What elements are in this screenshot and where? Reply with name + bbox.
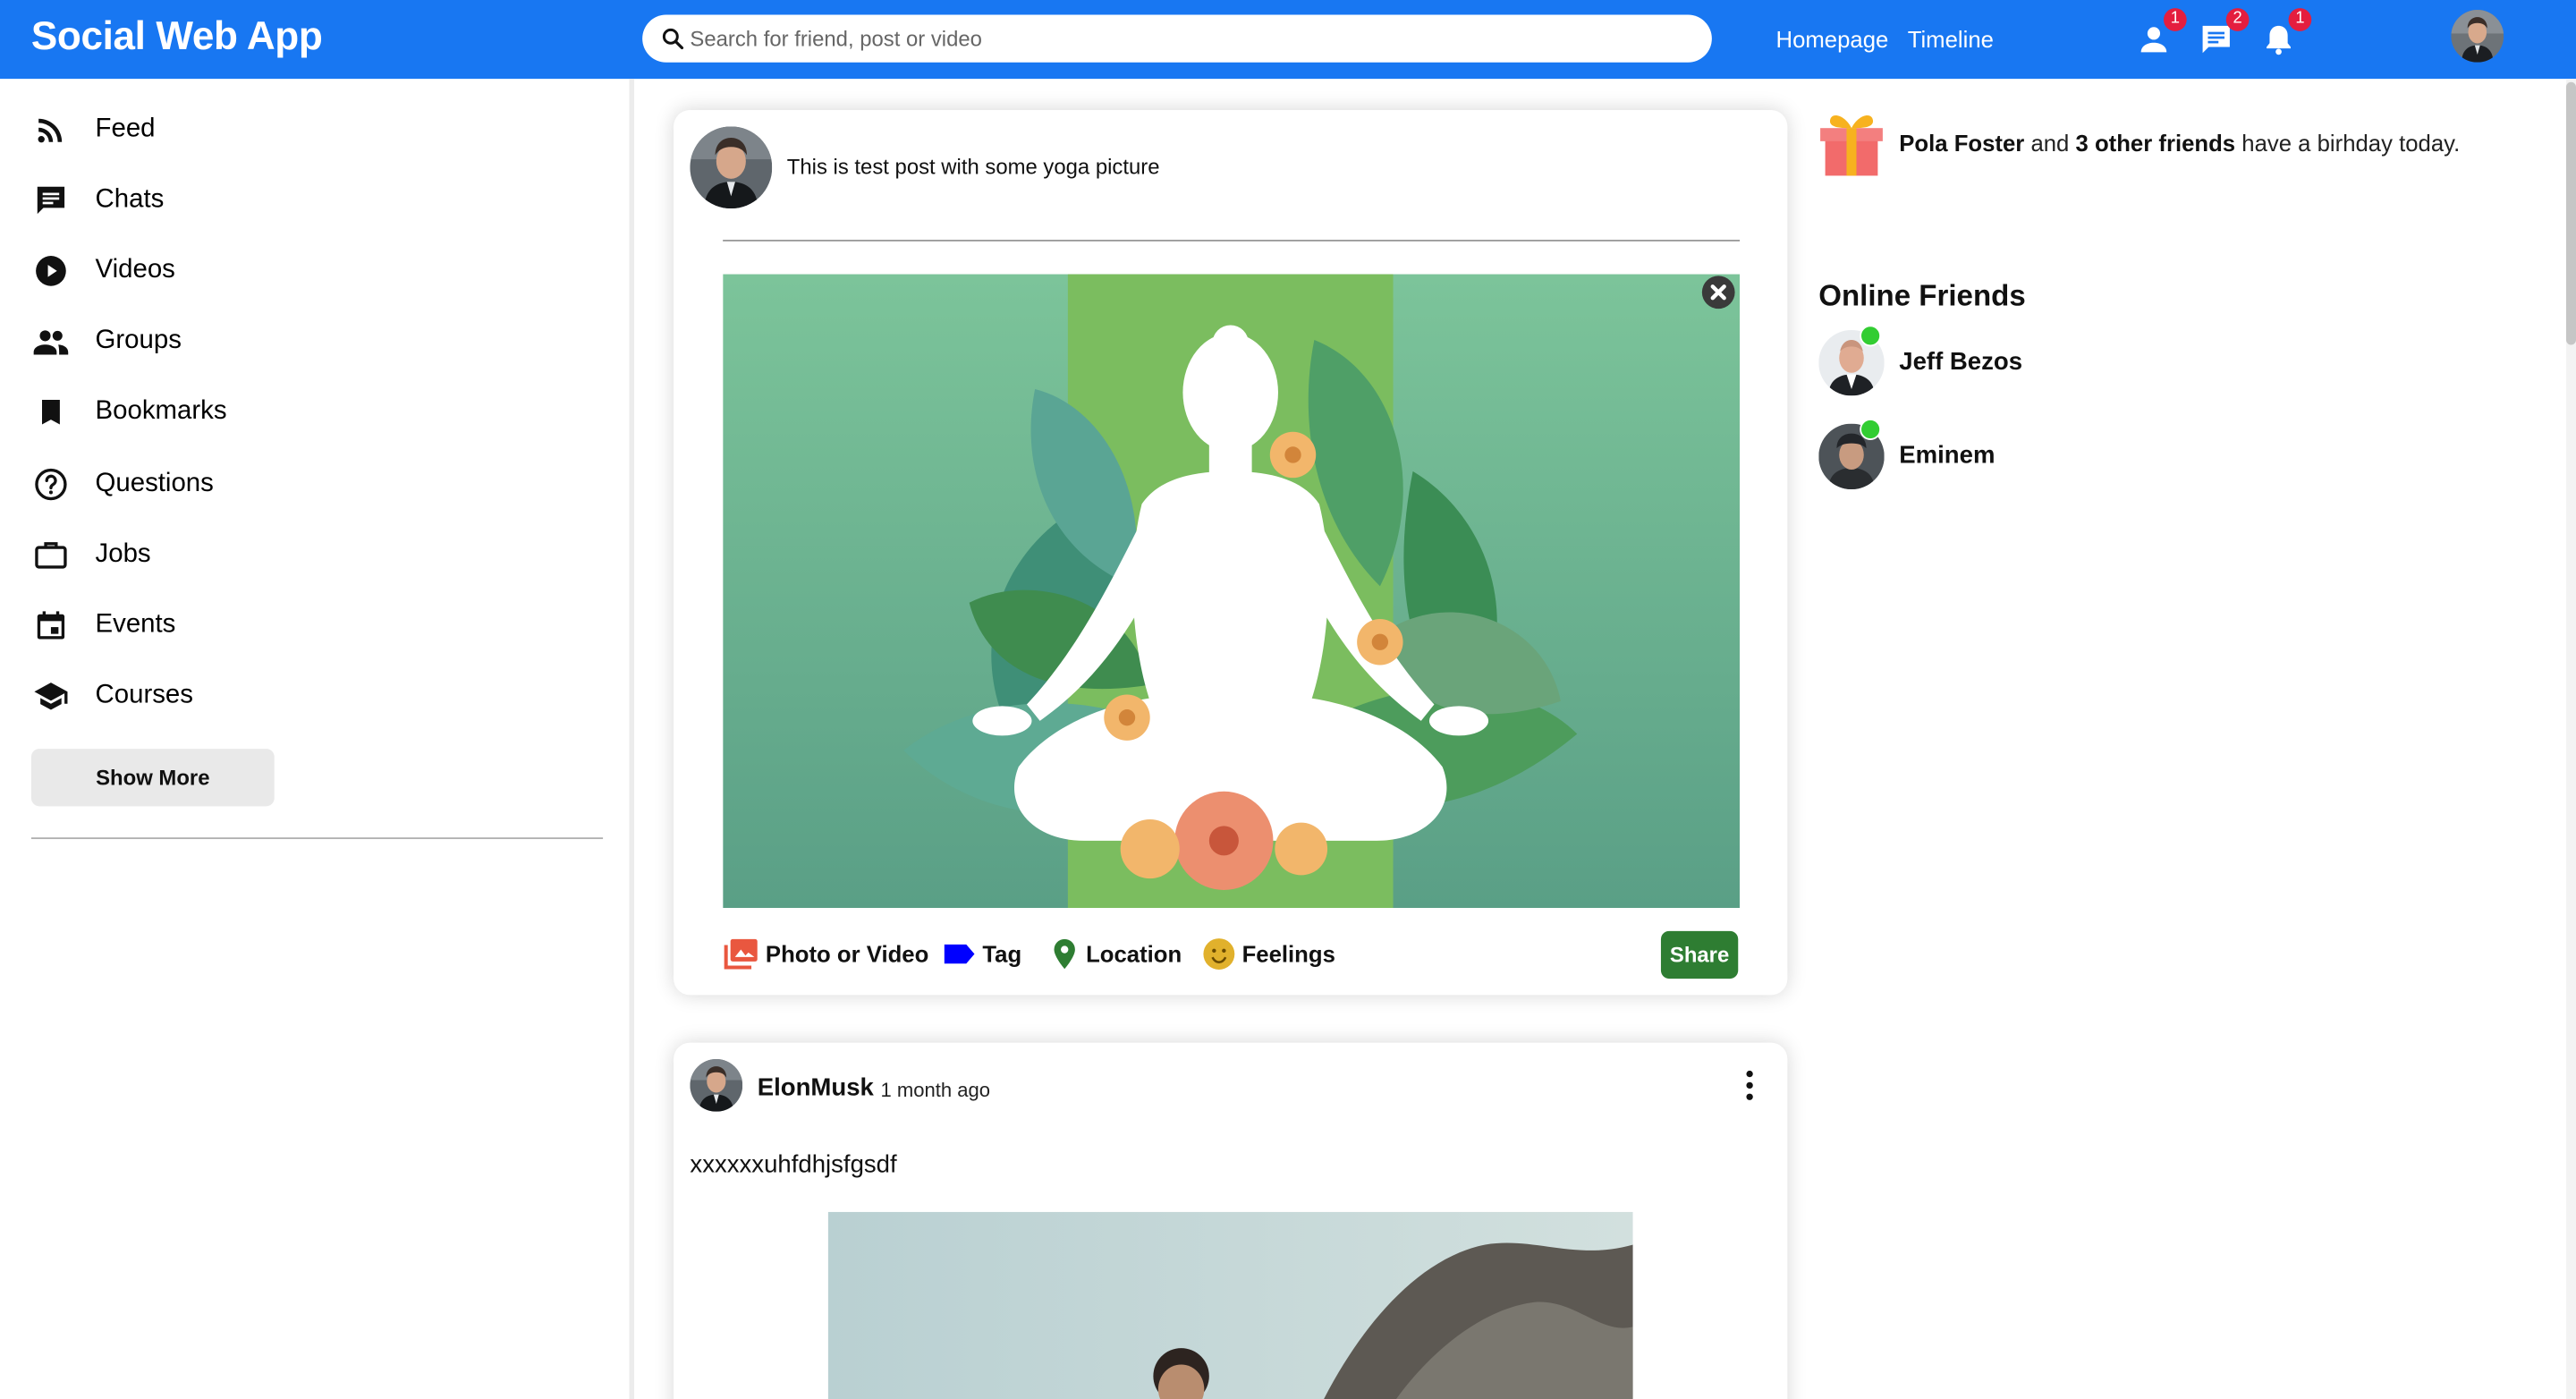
location-pin-icon [1054, 938, 1075, 970]
label-tag-icon [944, 944, 975, 964]
tag-option[interactable]: Tag [943, 936, 1021, 971]
calendar-icon [31, 606, 71, 645]
show-more-button[interactable]: Show More [30, 749, 275, 807]
sidebar-item-questions[interactable]: Questions [31, 460, 214, 509]
messages-badge: 2 [2225, 8, 2250, 31]
birthday-and: and [2030, 130, 2070, 157]
photo-library-icon [724, 938, 758, 970]
location-option[interactable]: Location [1050, 936, 1182, 971]
post-username[interactable]: ElonMusk [758, 1074, 874, 1102]
chat-icon [31, 181, 71, 220]
photo-video-option[interactable]: Photo or Video [723, 936, 928, 971]
help-circle-icon [31, 464, 71, 504]
sidebar-item-courses[interactable]: Courses [31, 672, 193, 721]
school-icon [31, 676, 71, 716]
rss-feed-icon [31, 110, 71, 149]
search-icon [662, 28, 684, 50]
friend-requests-badge: 1 [2163, 8, 2187, 31]
yoga-illustration [723, 274, 1741, 909]
post-timestamp: 1 month ago [880, 1079, 991, 1102]
friend-name: Jeff Bezos [1899, 348, 2023, 377]
birthday-notice: Pola Foster and 3 other friends have a b… [1899, 130, 2460, 156]
share-divider [723, 240, 1741, 242]
top-nav: Homepage Timeline [1776, 26, 2007, 52]
share-card: This is test post with some yoga picture [674, 109, 1788, 996]
avatar-photo [690, 126, 773, 209]
sidebar-item-bookmarks[interactable]: Bookmarks [31, 387, 227, 437]
share-button[interactable]: Share [1660, 930, 1739, 979]
scrollbar-thumb[interactable] [2565, 81, 2576, 345]
close-icon [1710, 284, 1726, 301]
remove-image-button[interactable] [1701, 276, 1735, 309]
post-photo [827, 1211, 1633, 1399]
birthday-others[interactable]: 3 other friends [2076, 130, 2236, 156]
page-scrollbar[interactable] [2565, 79, 2576, 1399]
profile-photo [2451, 10, 2504, 63]
sidebar-item-label: Feed [95, 114, 156, 143]
online-status-dot [1860, 325, 1882, 347]
profile-avatar[interactable] [2451, 10, 2504, 63]
notifications-button[interactable]: 1 [2260, 8, 2312, 57]
emoji-smile-icon [1203, 938, 1235, 970]
group-icon [31, 322, 71, 361]
sidebar-item-label: Questions [95, 470, 214, 498]
bookmark-icon [31, 393, 71, 432]
friend-name: Eminem [1899, 441, 1996, 471]
post-text: xxxxxxuhfdhjsfgsdf [690, 1150, 897, 1180]
sidebar-item-videos[interactable]: Videos [31, 246, 175, 295]
more-vert-icon [1746, 1070, 1753, 1100]
briefcase-icon [31, 535, 71, 574]
sidebar-item-events[interactable]: Events [31, 601, 175, 650]
sidebar-item-jobs[interactable]: Jobs [31, 530, 151, 580]
feelings-option[interactable]: Feelings [1202, 936, 1335, 971]
sidebar-item-chats[interactable]: Chats [31, 175, 164, 225]
sidebar-item-label: Courses [95, 681, 193, 710]
search-bar[interactable] [642, 14, 1712, 63]
nav-homepage-link[interactable]: Homepage [1776, 26, 1889, 52]
avatar-photo [690, 1059, 743, 1112]
sidebar-item-label: Events [95, 610, 176, 640]
right-sidebar: Pola Foster and 3 other friends have a b… [1807, 79, 2576, 1399]
nav-timeline-link[interactable]: Timeline [1908, 26, 1994, 52]
share-preview-image [723, 274, 1741, 909]
online-friends-title: Online Friends [1818, 279, 2026, 312]
top-bar: Social Web App Homepage Timeline 1 2 1 [0, 0, 2576, 80]
option-label: Location [1086, 940, 1182, 968]
share-input-text[interactable]: This is test post with some yoga picture [787, 155, 1160, 180]
post-author-avatar[interactable] [690, 1059, 743, 1112]
sidebar-item-label: Bookmarks [95, 397, 227, 426]
sidebar-item-label: Groups [95, 326, 182, 355]
friend-requests-button[interactable]: 1 [2136, 8, 2187, 57]
post-image[interactable] [827, 1211, 1633, 1399]
sidebar-divider [30, 837, 604, 840]
notifications-badge: 1 [2288, 8, 2312, 31]
search-input[interactable] [690, 14, 1676, 63]
app-logo[interactable]: Social Web App [31, 15, 323, 61]
gift-icon [1820, 115, 1883, 176]
option-label: Photo or Video [765, 940, 929, 968]
birthday-suffix: have a birhday today. [2241, 130, 2461, 157]
messages-button[interactable]: 2 [2199, 8, 2250, 57]
share-avatar[interactable] [690, 126, 773, 209]
sidebar-item-label: Chats [95, 185, 165, 214]
sidebar-item-label: Jobs [95, 539, 151, 569]
sidebar-item-groups[interactable]: Groups [31, 317, 182, 366]
online-status-dot [1860, 419, 1882, 440]
sidebar-item-label: Videos [95, 256, 175, 284]
option-label: Tag [982, 940, 1022, 968]
birthday-name[interactable]: Pola Foster [1899, 130, 2024, 156]
post-options-button[interactable] [1738, 1069, 1761, 1102]
sidebar-item-feed[interactable]: Feed [31, 105, 156, 154]
play-circle-icon [31, 251, 71, 291]
post-card: ElonMusk 1 month ago xxxxxxuhfdhjsfgsdf [674, 1042, 1788, 1399]
left-sidebar: Feed Chats Videos Groups Bookmarks Quest… [0, 79, 634, 1399]
option-label: Feelings [1241, 940, 1335, 968]
